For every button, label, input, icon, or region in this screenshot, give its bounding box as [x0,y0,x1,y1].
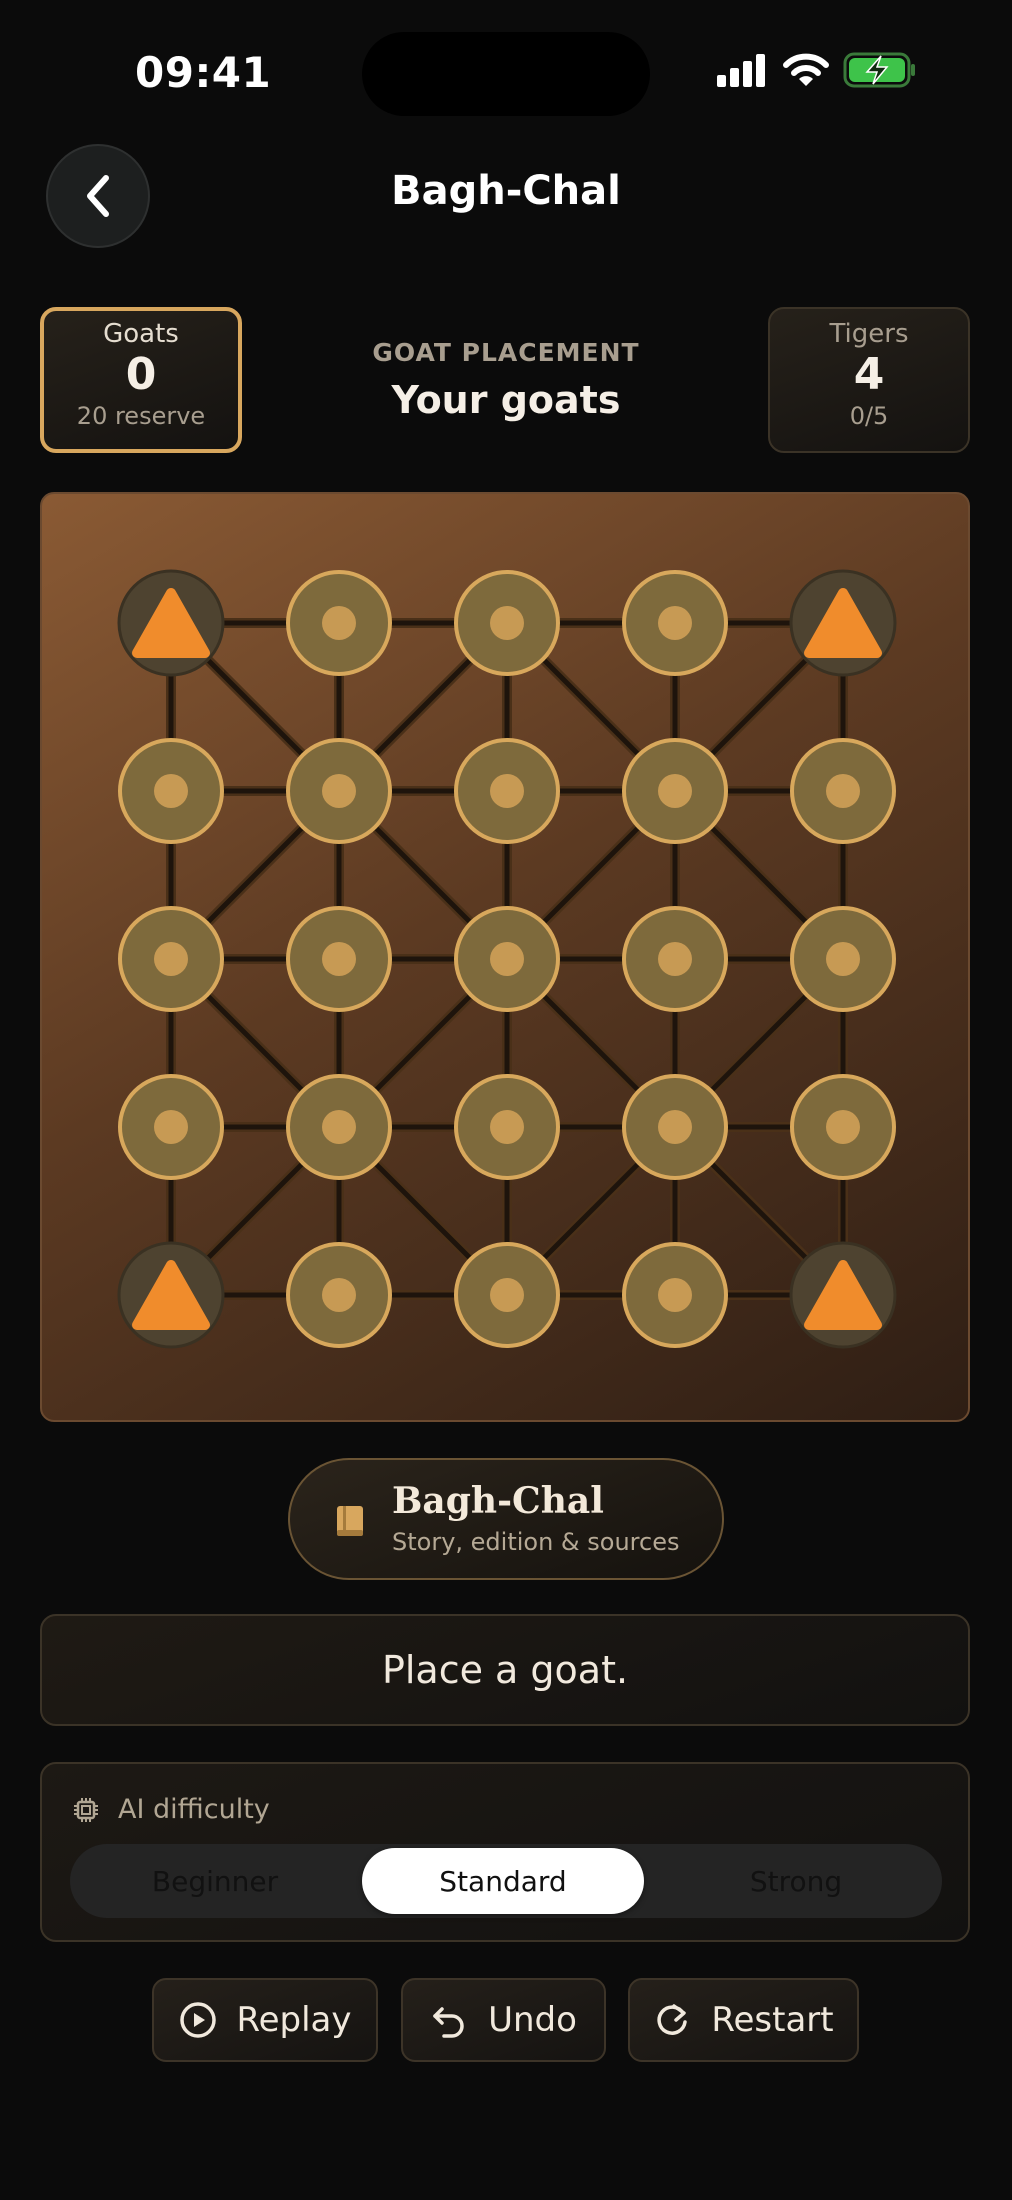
tiger-piece[interactable] [789,1241,897,1349]
goats-count: 0 [125,349,157,400]
tiger-piece[interactable] [117,1241,225,1349]
play-circle-icon [179,2002,216,2038]
lore-title: Bagh-Chal [392,1480,604,1522]
status-time: 09:41 [135,48,272,97]
empty-point[interactable] [286,1074,392,1180]
undo-button[interactable]: Undo [401,1978,606,2062]
dynamic-island [362,32,650,116]
tigers-label: Tigers [829,319,909,349]
tigers-count: 4 [853,349,885,400]
empty-point[interactable] [622,570,728,676]
difficulty-panel: AI difficulty Beginner Standard Strong [40,1762,970,1942]
status-icons [715,52,917,88]
empty-point[interactable] [286,906,392,1012]
difficulty-label: AI difficulty [118,1794,270,1825]
empty-point[interactable] [286,738,392,844]
undo-arrow-icon [433,2007,464,2038]
difficulty-option-beginner[interactable]: Beginner [70,1844,360,1918]
lore-subtitle: Story, edition & sources [392,1528,680,1556]
empty-point[interactable] [790,738,896,844]
empty-point[interactable] [454,1242,560,1348]
empty-point[interactable] [118,906,224,1012]
tigers-captured: 0/5 [849,402,889,430]
difficulty-header: AI difficulty [72,1794,270,1825]
restart-button[interactable]: Restart [628,1978,859,2062]
empty-point[interactable] [286,570,392,676]
empty-point[interactable] [454,738,560,844]
signal-icon [717,54,765,87]
book-icon [337,1506,363,1536]
status-message: Place a goat. [40,1614,970,1726]
replay-button[interactable]: Replay [152,1978,378,2062]
difficulty-option-strong[interactable]: Strong [650,1844,942,1918]
restart-arrow-icon [657,2004,688,2035]
empty-point[interactable] [454,1074,560,1180]
goats-reserve: 20 reserve [76,402,206,430]
replay-label: Replay [236,2000,352,2040]
empty-point[interactable] [118,738,224,844]
empty-point[interactable] [454,570,560,676]
restart-label: Restart [711,2000,834,2040]
empty-point[interactable] [622,738,728,844]
undo-label: Undo [488,2000,577,2040]
page-title: Bagh-Chal [391,168,621,214]
goats-score-card: Goats 0 20 reserve [40,307,242,453]
turn-label: Your goats [391,378,621,422]
board-grid [117,569,897,1349]
empty-point[interactable] [622,1074,728,1180]
empty-point[interactable] [790,1074,896,1180]
tiger-piece[interactable] [789,569,897,677]
empty-point[interactable] [286,1242,392,1348]
goats-label: Goats [103,319,179,349]
tiger-piece[interactable] [117,569,225,677]
empty-point[interactable] [454,906,560,1012]
empty-point[interactable] [790,906,896,1012]
wifi-icon [783,53,829,86]
difficulty-option-standard[interactable]: Standard [362,1848,644,1914]
phase-label: GOAT PLACEMENT [372,338,640,367]
cpu-chip-icon [74,1797,98,1822]
empty-point[interactable] [118,1074,224,1180]
battery-charging-icon [843,52,915,88]
tigers-score-card: Tigers 4 0/5 [768,307,970,453]
game-board [40,492,970,1422]
empty-point[interactable] [622,906,728,1012]
empty-point[interactable] [622,1242,728,1348]
difficulty-segmented-control: Beginner Standard Strong [70,1844,942,1918]
lore-button[interactable]: Bagh-Chal Story, edition & sources [288,1458,724,1580]
